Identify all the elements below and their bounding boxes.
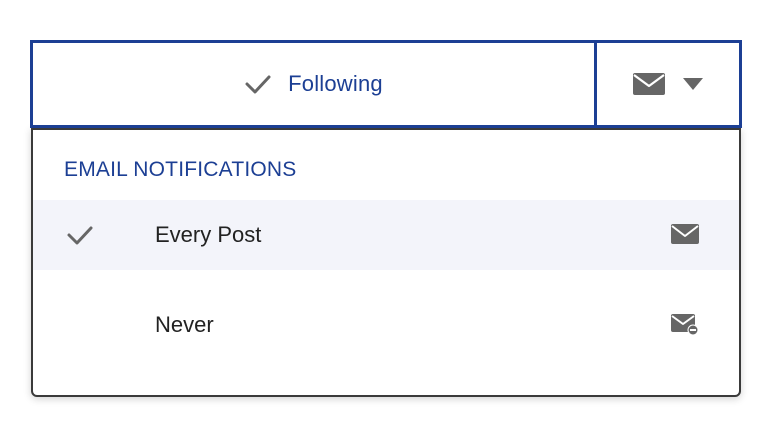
option-label: Never <box>155 312 214 337</box>
option-label: Every Post <box>155 222 262 247</box>
caret-down-icon <box>683 78 703 90</box>
dropdown-header: EMAIL NOTIFICATIONS <box>64 158 297 181</box>
envelope-icon <box>671 224 699 246</box>
email-notifications-dropdown: EMAIL NOTIFICATIONS Every Post Never <box>31 128 741 397</box>
option-every-post[interactable]: Every Post <box>33 200 739 270</box>
email-notifications-toggle[interactable] <box>597 43 739 125</box>
checkmark-icon <box>244 73 272 95</box>
follow-widget: Following EMAIL NOTIFICATIONS Every Post… <box>0 0 760 422</box>
following-label: Following <box>288 71 383 96</box>
option-never[interactable]: Never <box>33 290 739 360</box>
envelope-off-icon <box>671 314 699 336</box>
envelope-icon <box>633 73 665 95</box>
checkmark-icon <box>66 223 94 247</box>
follow-split-button: Following <box>30 40 742 128</box>
following-button[interactable]: Following <box>33 43 594 125</box>
